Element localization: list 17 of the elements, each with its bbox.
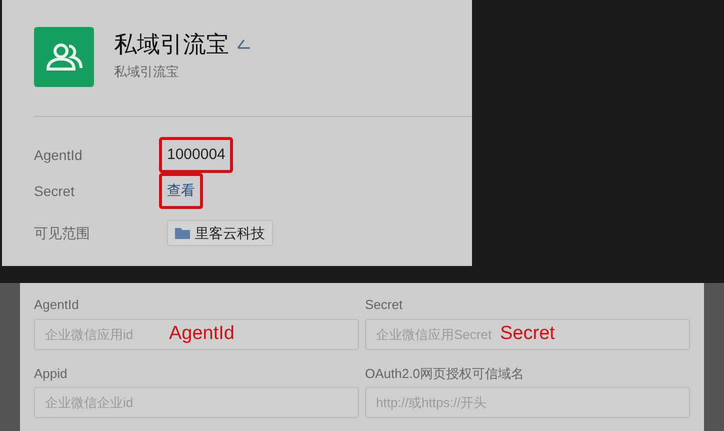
folder-icon (175, 227, 190, 239)
app-name: 私域引流宝 (114, 30, 229, 59)
field-label: AgentId (34, 296, 80, 314)
field-label: Appid (34, 364, 68, 383)
edit-icon[interactable] (237, 39, 251, 50)
annotation-text: Secret (500, 322, 555, 346)
view-link[interactable]: 查看 (167, 182, 195, 198)
field-label: 可见范围 (34, 224, 91, 243)
field-label: OAuth2.0网页授权可信域名 (365, 364, 525, 382)
app-subtitle: 私域引流宝 (114, 62, 180, 80)
annotation-text: AgentId (169, 322, 234, 346)
users-icon (44, 42, 84, 72)
field-label: Secret (34, 182, 76, 200)
field-label: AgentId (34, 146, 84, 165)
department-tag: 里客云科技 (167, 220, 273, 246)
field-label: Secret (365, 296, 404, 314)
agent-id-value: 1000004 (167, 146, 226, 163)
